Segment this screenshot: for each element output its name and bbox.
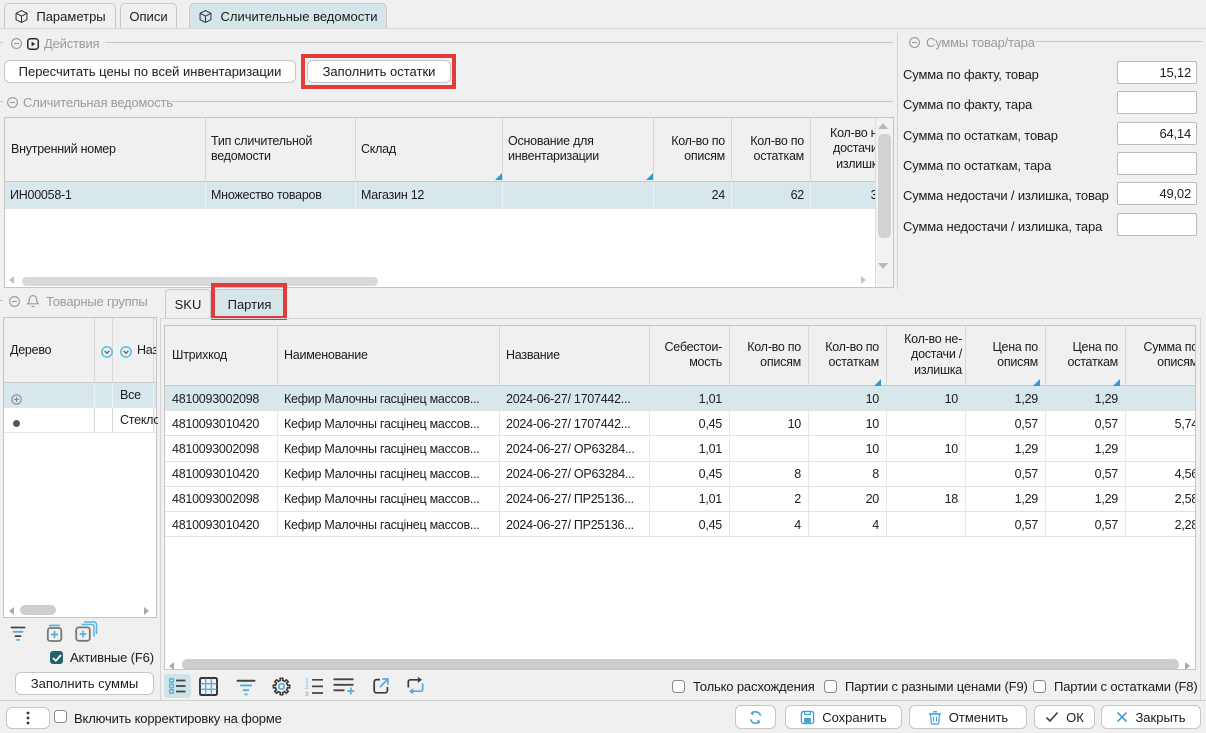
svg-text:3: 3 [305,691,309,696]
